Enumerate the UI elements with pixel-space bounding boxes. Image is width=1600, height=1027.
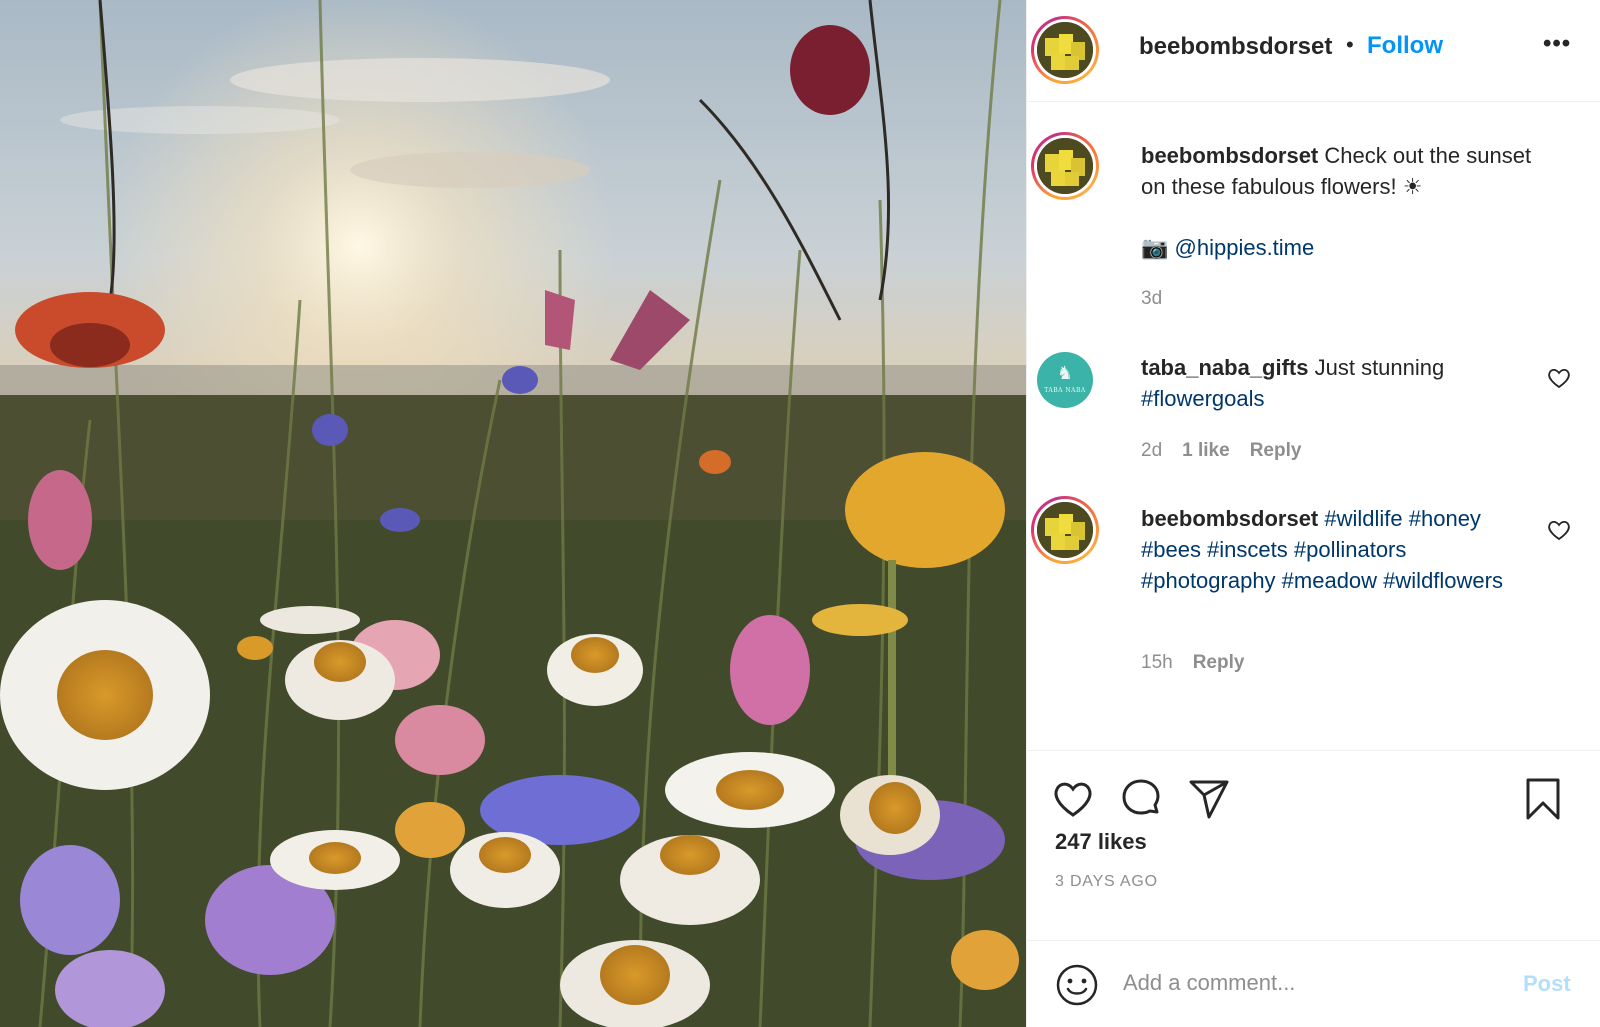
- comment-body: Just stunning: [1308, 355, 1445, 380]
- add-comment-bar: Post: [1027, 940, 1600, 1027]
- post-actions: 247 likes 3 DAYS AGO: [1027, 750, 1600, 940]
- mention-link[interactable]: @hippies.time: [1175, 235, 1315, 260]
- comment-username[interactable]: beebombsdorset: [1141, 506, 1318, 531]
- smiley-icon[interactable]: [1055, 963, 1099, 1007]
- comment-meta: 15h Reply: [1141, 652, 1264, 674]
- wildflower-photo: [0, 0, 1026, 1027]
- author-avatar[interactable]: [1031, 16, 1099, 84]
- caption-username[interactable]: beebombsdorset: [1141, 143, 1318, 168]
- bee-bomb-avatar-icon: [1037, 22, 1093, 78]
- comments-section: beebombsdorset Check out the sunset on t…: [1027, 102, 1600, 750]
- caption-meta: 3d: [1141, 288, 1182, 310]
- bee-bomb-avatar-icon: [1037, 138, 1093, 194]
- comment-like-heart-icon[interactable]: [1547, 519, 1571, 541]
- post-header: beebombsdorset • Follow •••: [1027, 0, 1600, 102]
- hashtag-link[interactable]: #flowergoals: [1141, 386, 1265, 411]
- more-options-icon[interactable]: •••: [1543, 30, 1571, 58]
- caption-avatar[interactable]: [1031, 132, 1099, 200]
- heart-icon[interactable]: [1051, 777, 1095, 821]
- caption-time[interactable]: 3d: [1141, 288, 1162, 309]
- post-side-panel: beebombsdorset • Follow ••• beebombsdors…: [1026, 0, 1600, 1027]
- separator-dot: •: [1346, 32, 1354, 57]
- camera-emoji: 📷: [1141, 235, 1175, 260]
- comment-like-heart-icon[interactable]: [1547, 367, 1571, 389]
- post-comment-button[interactable]: Post: [1523, 971, 1571, 997]
- comment-text: taba_naba_gifts Just stunning #flowergoa…: [1141, 352, 1551, 414]
- reply-button[interactable]: Reply: [1193, 652, 1245, 673]
- bookmark-icon[interactable]: [1521, 777, 1565, 821]
- author-username[interactable]: beebombsdorset: [1139, 33, 1332, 61]
- comment-text: beebombsdorset #wildlife #honey #bees #i…: [1141, 503, 1541, 596]
- reply-button[interactable]: Reply: [1250, 440, 1302, 461]
- comment-time[interactable]: 15h: [1141, 652, 1173, 673]
- likes-count[interactable]: 247 likes: [1055, 829, 1147, 855]
- comment-likes[interactable]: 1 like: [1182, 440, 1230, 461]
- commenter-avatar[interactable]: ♞ TABA NABA: [1037, 352, 1093, 408]
- seahorse-icon: ♞: [1056, 363, 1074, 383]
- comment-username[interactable]: taba_naba_gifts: [1141, 355, 1309, 380]
- post-photo[interactable]: [0, 0, 1026, 1027]
- comment-meta: 2d 1 like Reply: [1141, 440, 1321, 462]
- comment-time[interactable]: 2d: [1141, 440, 1162, 461]
- comment-input[interactable]: [1123, 961, 1503, 1005]
- taba-naba-logo-text: TABA NABA: [1044, 387, 1086, 394]
- bee-bomb-avatar-icon: [1037, 502, 1093, 558]
- commenter-avatar[interactable]: [1031, 496, 1099, 564]
- post-timestamp[interactable]: 3 DAYS AGO: [1055, 873, 1158, 891]
- caption-text: beebombsdorset Check out the sunset on t…: [1141, 140, 1551, 263]
- paper-plane-icon[interactable]: [1187, 777, 1231, 821]
- comment-icon[interactable]: [1119, 777, 1163, 821]
- follow-button[interactable]: Follow: [1367, 32, 1443, 60]
